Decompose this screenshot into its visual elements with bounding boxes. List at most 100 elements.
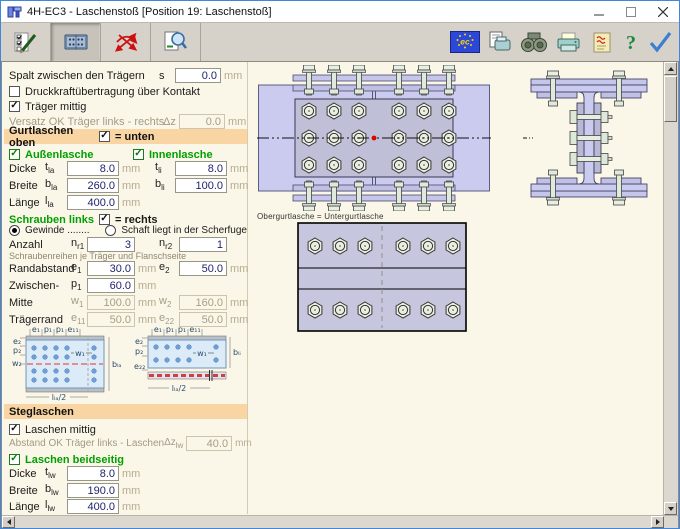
t-li-unit: mm [230,163,247,175]
t-la-symbol: tla [45,161,67,175]
w2-input[interactable] [179,295,227,310]
b-li-input[interactable] [175,178,227,193]
spalt-unit: mm [224,70,241,82]
b-lw-input[interactable] [67,483,119,498]
svg-text:ec: ec [460,37,470,47]
b-la-unit: mm [122,180,139,192]
abstand-label: Abstand OK Träger links - Laschen [9,438,164,449]
svg-text:p₁: p₁ [44,325,52,334]
laschen-mittig-checkbox[interactable] [9,424,20,435]
drawing-caption: Obergurtlasche = Untergurtlasche [257,212,384,221]
tab-geometry[interactable] [51,23,101,61]
laschen-mittig-label: Laschen mittig [25,424,96,436]
t-la-input[interactable] [67,161,119,176]
toolbar: ec [1,22,679,62]
versatz-input[interactable] [179,114,225,129]
b-la-input[interactable] [67,178,119,193]
gewinde-radio[interactable] [9,225,20,236]
l-la-unit: mm [122,197,139,209]
abstand-unit: mm [235,438,252,449]
t-la-unit: mm [122,163,139,175]
scroll-down-button[interactable] [664,502,677,515]
row-randabstand: Randabstand e1 mm e2 mm [9,261,247,276]
b-la-symbol: bla [45,178,67,192]
svg-text:bₗₐ: bₗₐ [112,360,122,369]
e1-unit: mm [138,263,155,275]
confirm-check-icon [647,30,673,54]
svg-text:e₁₁: e₁₁ [67,325,78,334]
w1-input[interactable] [87,295,135,310]
n-r2-input[interactable] [179,237,227,252]
copy-button[interactable] [487,30,513,54]
innenlasche-checkbox[interactable] [133,149,144,160]
laschen-beidseitig-label: Laschen beidseitig [25,454,124,466]
minimize-button[interactable] [583,1,615,22]
flange-plate-plan-drawing [297,222,467,332]
row-laenge-gurt: Länge lla mm [9,195,247,210]
eurocode-button[interactable]: ec [450,31,480,53]
druckkontakt-checkbox[interactable] [9,86,20,97]
maximize-button[interactable] [615,1,647,22]
n-r1-input[interactable] [87,237,135,252]
l-la-symbol: lla [45,195,67,209]
help-button[interactable]: ? [622,30,640,54]
e2-symbol: e2 [159,261,179,275]
l-la-input[interactable] [67,195,119,210]
arrow-down-icon [668,507,674,514]
vertical-scrollbar[interactable] [663,62,678,515]
row-spalt: Spalt zwischen den Trägern s mm [9,68,247,83]
t-lw-input[interactable] [67,466,119,481]
tab-preview[interactable] [151,23,201,61]
title-bar: 4H-EC3 - Laschenstoß [Position 19: Lasch… [1,1,679,22]
tab-loads[interactable] [101,23,151,61]
maximize-icon [626,7,636,17]
close-button[interactable] [647,1,679,22]
p1-input[interactable] [87,278,135,293]
traeger-mittig-label: Träger mittig [25,101,86,113]
traeger-mittig-checkbox[interactable] [9,101,20,112]
l-lw-symbol: llw [45,499,67,513]
parameter-panel: Spalt zwischen den Trägern s mm Druckkra… [4,62,248,514]
confirm-button[interactable] [647,30,673,54]
spalt-input[interactable] [175,68,221,83]
l-lw-unit: mm [122,501,139,513]
horizontal-scrollbar[interactable] [2,515,678,529]
versatz-unit: mm [228,116,245,128]
scroll-up-button[interactable] [664,62,677,75]
print-button[interactable] [555,30,582,54]
scroll-left-button[interactable] [2,516,15,528]
tab-input[interactable] [1,23,51,61]
checklist-pencil-icon [13,29,39,55]
notes-button[interactable] [589,30,615,54]
eurocode-ec-icon: ec [450,31,480,53]
e1-input[interactable] [87,261,135,276]
abstand-input[interactable] [186,436,232,451]
svg-text:e₁: e₁ [154,325,162,334]
vertical-scroll-thumb[interactable] [664,76,677,122]
innenlasche-label: Innenlasche [149,149,213,161]
gurtlaschen-header: Gurtlaschen oben = unten [4,129,247,144]
l-lw-input[interactable] [67,499,119,514]
gurt-unten-checkbox[interactable] [99,131,110,142]
outer-plate-diagram: e₁ p₁ p₁ e₁₁ w₁ e₂ [12,324,124,404]
binoculars-icon [520,30,548,54]
scroll-right-button[interactable] [651,516,664,528]
search-button[interactable] [520,30,548,54]
steglaschen-header: Steglaschen [4,404,247,419]
svg-text:w₁: w₁ [75,349,85,358]
schaft-radio[interactable] [105,225,116,236]
e2-input[interactable] [179,261,227,276]
toolbar-right-icons: ec [450,23,679,61]
row-zwischen: Zwischen- p1 mm [9,278,247,293]
arrow-up-icon [668,64,674,71]
app-window: 4H-EC3 - Laschenstoß [Position 19: Lasch… [0,0,680,529]
laschen-beidseitig-checkbox[interactable] [9,454,20,465]
druckkontakt-label: Druckkraftübertragung über Kontakt [25,86,200,98]
svg-text:e₂: e₂ [13,337,21,346]
row-laschen-beidseitig: Laschen beidseitig [9,452,247,467]
aussenlasche-checkbox[interactable] [9,149,20,160]
steglaschen-title: Steglaschen [9,406,74,418]
t-li-input[interactable] [175,161,227,176]
schaft-label: Schaft liegt in der Scherfuge [121,225,247,236]
inner-plate-diagram: e₁ p₁ p₁ e₁₁ w₁ e₂ p₂ e₂₂ [134,324,244,404]
